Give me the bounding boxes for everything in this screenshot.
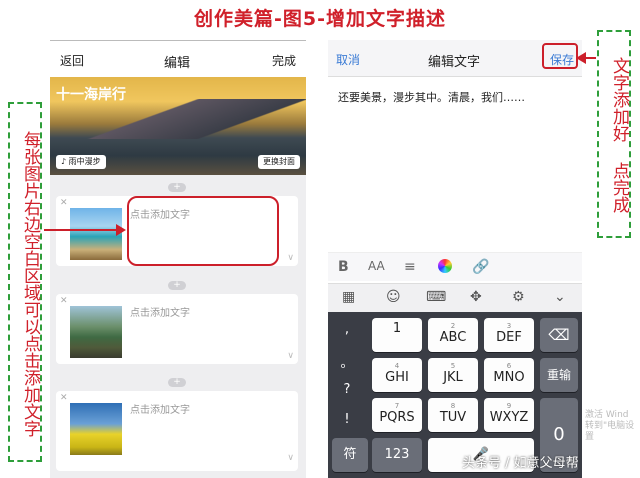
add-section-button[interactable]: + xyxy=(168,378,186,387)
right-annotation: 文字添加好 点完成 xyxy=(597,30,631,238)
format-toolbar: B AA ≡ 🔗 xyxy=(328,252,582,281)
thumbnail-image[interactable] xyxy=(70,306,122,358)
add-section-button[interactable]: + xyxy=(168,183,186,192)
edit-text-screen: 取消 编辑文字 保存 还要美景，漫步其中。清晨，我们…… B AA ≡ 🔗 ▦ … xyxy=(328,40,582,478)
numeric-toggle-key[interactable]: 123 xyxy=(372,438,422,472)
symbol-key[interactable]: ! xyxy=(330,412,364,427)
save-highlight xyxy=(542,43,578,69)
symbol-key[interactable]: , xyxy=(330,322,364,337)
chevron-down-icon[interactable]: ∨ xyxy=(287,351,294,361)
delete-icon[interactable]: ✕ xyxy=(60,296,68,306)
reenter-key[interactable]: 重输 xyxy=(540,358,578,392)
thumbnail-image[interactable] xyxy=(70,403,122,455)
done-button[interactable]: 完成 xyxy=(272,52,296,69)
change-cover-button[interactable]: 更换封面 xyxy=(258,155,300,169)
top-bar: 返回 编辑 完成 xyxy=(50,40,306,78)
header-title: 编辑文字 xyxy=(428,55,481,70)
key-9[interactable]: 9 WXYZ xyxy=(484,398,534,432)
symbol-key[interactable]: ? xyxy=(330,382,364,397)
image-card: ✕ 点击添加文字 ∨ xyxy=(56,391,298,471)
backspace-key[interactable]: ⌫ xyxy=(540,318,578,352)
thumbnail-image[interactable] xyxy=(70,208,122,260)
key-8[interactable]: 8 TUV xyxy=(428,398,478,432)
link-icon[interactable]: 🔗 xyxy=(472,259,489,275)
music-button[interactable]: ♪ 雨中漫步 xyxy=(56,155,106,169)
text-editor[interactable]: 还要美景，漫步其中。清晨，我们…… xyxy=(338,89,525,105)
apps-icon[interactable]: ▦ xyxy=(342,289,355,305)
gear-icon[interactable]: ⚙ xyxy=(512,289,525,305)
key-7[interactable]: 7 PQRS xyxy=(372,398,422,432)
back-button[interactable]: 返回 xyxy=(60,52,84,69)
key-2[interactable]: 2 ABC xyxy=(428,318,478,352)
add-section-button[interactable]: + xyxy=(168,281,186,290)
key-5[interactable]: 5 JKL xyxy=(428,358,478,392)
key-1[interactable]: 1 xyxy=(372,318,422,352)
bold-icon[interactable]: B xyxy=(338,259,349,275)
chevron-down-icon[interactable]: ∨ xyxy=(287,453,294,463)
chevron-down-icon[interactable]: ⌄ xyxy=(554,289,566,305)
emoji-icon[interactable]: ☺ xyxy=(386,289,401,305)
symbol-key[interactable]: 。 xyxy=(330,352,364,371)
add-text-placeholder[interactable]: 点击添加文字 xyxy=(130,401,190,416)
cover-title[interactable]: 十一海岸行 xyxy=(56,84,126,104)
align-icon[interactable]: ≡ xyxy=(404,259,416,275)
keyboard-icon[interactable]: ⌨ xyxy=(426,289,446,305)
cover-image[interactable]: 十一海岸行 ♪ 雨中漫步 更换封面 xyxy=(50,77,306,175)
symbol-toggle-key[interactable]: 符 xyxy=(332,438,368,472)
cursor-move-icon[interactable]: ✥ xyxy=(470,289,482,305)
delete-icon[interactable]: ✕ xyxy=(60,198,68,208)
chevron-down-icon[interactable]: ∨ xyxy=(287,253,294,263)
font-size-icon[interactable]: AA xyxy=(368,259,385,273)
key-4[interactable]: 4 GHI xyxy=(372,358,422,392)
key-3[interactable]: 3 DEF xyxy=(484,318,534,352)
arrow-head-icon xyxy=(116,224,126,236)
page-title: 创作美篇-图5-增加文字描述 xyxy=(194,8,446,30)
windows-activation-notice: 激活 Wind 转到"电脑设置 xyxy=(585,410,635,442)
keyboard-toolbar: ▦ ☺ ⌨ ✥ ⚙ ⌄ xyxy=(328,283,582,313)
pointer-arrow xyxy=(44,229,124,231)
image-card: ✕ 点击添加文字 ∨ xyxy=(56,294,298,364)
add-text-placeholder[interactable]: 点击添加文字 xyxy=(130,304,190,319)
left-annotation: 每张图片右边空白区域可以点击添加文字 xyxy=(8,102,42,462)
key-6[interactable]: 6 MNO xyxy=(484,358,534,392)
watermark: 头条号 / 如意父母帮 xyxy=(462,456,579,471)
delete-icon[interactable]: ✕ xyxy=(60,393,68,403)
color-wheel-icon[interactable] xyxy=(438,259,452,273)
arrow-head-icon xyxy=(576,52,586,64)
header-title: 编辑 xyxy=(164,56,191,71)
cancel-button[interactable]: 取消 xyxy=(336,51,360,68)
text-area-highlight xyxy=(127,196,279,266)
